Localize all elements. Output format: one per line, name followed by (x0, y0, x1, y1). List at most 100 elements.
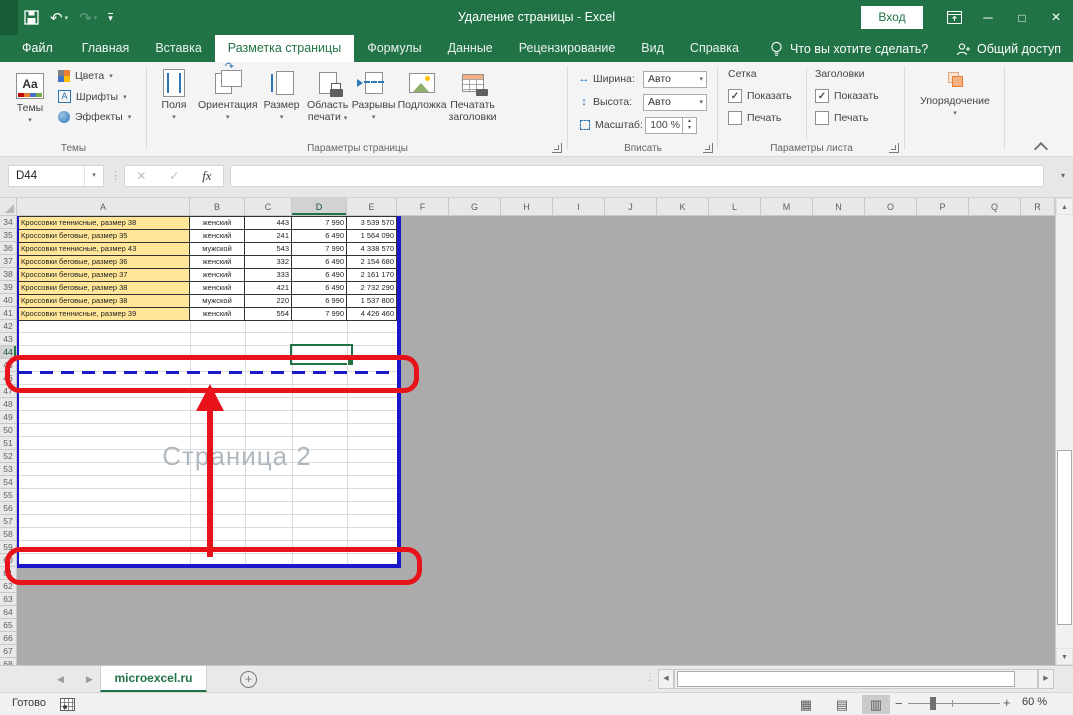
tab-home[interactable]: Главная (69, 35, 143, 62)
cell-name[interactable]: Кроссовки беговые, размер 36 (19, 256, 190, 269)
column-header-D[interactable]: D (292, 198, 347, 216)
breaks-button[interactable]: Разрывы▾ (352, 64, 396, 124)
sheet-nav-left-icon[interactable]: ◀ (57, 666, 64, 692)
row-header-66[interactable]: 66 (0, 632, 17, 645)
width-select[interactable]: Авто▾ (643, 71, 707, 88)
cell-name[interactable]: Кроссовки беговые, размер 38 (19, 295, 190, 308)
row-header-42[interactable]: 42 (0, 320, 17, 333)
spin-up-icon[interactable]: ▲ (683, 118, 696, 126)
horizontal-scrollbar[interactable] (674, 669, 1038, 689)
row-header-36[interactable]: 36 (0, 242, 17, 255)
effects-button[interactable]: Эффекты ▾ (58, 111, 131, 123)
cancel-button[interactable]: ✕ (136, 169, 146, 183)
cell-total[interactable]: 1 537 800 (347, 295, 397, 308)
tab-data[interactable]: Данные (435, 35, 506, 62)
cell-gender[interactable]: женский (190, 230, 245, 243)
cell-qty[interactable]: 241 (245, 230, 292, 243)
cell-gender[interactable]: мужской (190, 243, 245, 256)
themes-button[interactable]: Темы ▾ (8, 67, 52, 127)
tab-review[interactable]: Рецензирование (506, 35, 629, 62)
column-header-J[interactable]: J (605, 198, 657, 216)
cell-total[interactable]: 3 539 570 (347, 217, 397, 230)
row-header-56[interactable]: 56 (0, 502, 17, 515)
cell-price[interactable]: 6 490 (292, 282, 347, 295)
sheet-nav-right-icon[interactable]: ▶ (86, 666, 93, 692)
cell-gender[interactable]: женский (190, 308, 245, 321)
cell-name[interactable]: Кроссовки теннисные, размер 39 (19, 308, 190, 321)
cell-qty[interactable]: 554 (245, 308, 292, 321)
column-header-R[interactable]: R (1021, 198, 1055, 216)
row-header-67[interactable]: 67 (0, 645, 17, 658)
grid-print-checkbox[interactable]: Печать (728, 111, 792, 125)
cell-qty[interactable]: 332 (245, 256, 292, 269)
cells-area[interactable]: Кроссовки теннисные, размер 38женский443… (17, 216, 1055, 665)
formula-bar-expand-button[interactable]: ▾ (1061, 171, 1065, 180)
cell-gender[interactable]: женский (190, 256, 245, 269)
formula-input[interactable] (230, 165, 1044, 187)
column-header-C[interactable]: C (245, 198, 292, 216)
column-header-I[interactable]: I (553, 198, 605, 216)
cell-gender[interactable]: женский (190, 269, 245, 282)
row-header-43[interactable]: 43 (0, 333, 17, 346)
save-button[interactable] (24, 10, 39, 25)
share-button[interactable]: Общий доступ (956, 35, 1061, 62)
page-setup-dialog-launcher[interactable] (552, 143, 562, 153)
row-header-48[interactable]: 48 (0, 398, 17, 411)
size-button[interactable]: Размер▾ (260, 64, 304, 124)
scale-input[interactable]: 100 %▲▼ (645, 117, 697, 134)
sheet-options-dialog-launcher[interactable] (889, 143, 899, 153)
height-select[interactable]: Авто▾ (643, 94, 707, 111)
normal-view-button[interactable]: ▦ (792, 695, 820, 714)
column-header-L[interactable]: L (709, 198, 761, 216)
row-header-53[interactable]: 53 (0, 463, 17, 476)
print-area-button[interactable]: Областьпечати ▾ (306, 64, 350, 125)
cell-qty[interactable]: 443 (245, 217, 292, 230)
cell-price[interactable]: 6 990 (292, 295, 347, 308)
sign-in-button[interactable]: Вход (861, 6, 923, 29)
headings-print-checkbox[interactable]: Печать (815, 111, 879, 125)
row-header-50[interactable]: 50 (0, 424, 17, 437)
column-header-Q[interactable]: Q (969, 198, 1021, 216)
cell-qty[interactable]: 543 (245, 243, 292, 256)
undo-button[interactable]: ↶▾ (50, 9, 68, 27)
row-header-37[interactable]: 37 (0, 255, 17, 268)
column-header-M[interactable]: M (761, 198, 813, 216)
cell-name[interactable]: Кроссовки беговые, размер 37 (19, 269, 190, 282)
tab-formulas[interactable]: Формулы (354, 35, 434, 62)
cell-price[interactable]: 6 490 (292, 256, 347, 269)
row-header-54[interactable]: 54 (0, 476, 17, 489)
name-box[interactable]: D44 ▾ (8, 165, 104, 187)
new-sheet-button[interactable]: + (240, 671, 257, 688)
row-header-49[interactable]: 49 (0, 411, 17, 424)
tab-file[interactable]: Файл (6, 35, 69, 62)
row-header-65[interactable]: 65 (0, 619, 17, 632)
cell-qty[interactable]: 421 (245, 282, 292, 295)
collapse-ribbon-button[interactable] (1034, 142, 1048, 156)
row-header-58[interactable]: 58 (0, 528, 17, 541)
cell-total[interactable]: 4 426 460 (347, 308, 397, 321)
row-header-35[interactable]: 35 (0, 229, 17, 242)
scroll-left-icon[interactable]: ◀ (658, 669, 674, 689)
colors-button[interactable]: Цвета ▾ (58, 70, 131, 82)
insert-function-button[interactable]: fx (202, 168, 211, 184)
vertical-scrollbar-thumb[interactable] (1057, 450, 1072, 625)
horizontal-scrollbar-thumb[interactable] (677, 671, 1015, 687)
orientation-button[interactable]: Ориентация▾ (198, 64, 258, 124)
row-header-41[interactable]: 41 (0, 307, 17, 320)
row-header-34[interactable]: 34 (0, 216, 17, 229)
margins-button[interactable]: Поля▾ (152, 64, 196, 124)
cell-price[interactable]: 6 490 (292, 269, 347, 282)
customize-qat-button[interactable]: ▾ (108, 13, 113, 23)
watermark-button[interactable]: Подложка (398, 64, 447, 111)
cell-price[interactable]: 6 490 (292, 230, 347, 243)
arrange-button[interactable]: Упорядочение ▾ (905, 68, 1005, 120)
row-header-39[interactable]: 39 (0, 281, 17, 294)
cell-total[interactable]: 1 564 090 (347, 230, 397, 243)
column-header-O[interactable]: O (865, 198, 917, 216)
grid-show-checkbox[interactable]: ✓Показать (728, 89, 792, 103)
enter-button[interactable]: ✓ (169, 169, 179, 183)
scale-to-fit-dialog-launcher[interactable] (703, 143, 713, 153)
vertical-scrollbar[interactable]: ▲ ▼ (1055, 198, 1073, 665)
ribbon-display-options-button[interactable] (938, 0, 970, 35)
macro-record-icon[interactable] (60, 698, 75, 711)
